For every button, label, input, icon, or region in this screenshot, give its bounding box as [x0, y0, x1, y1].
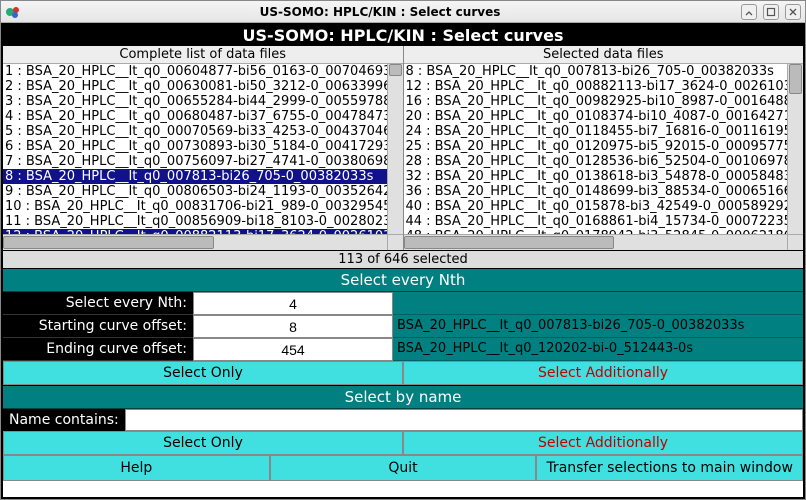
list-item[interactable]: 7 : BSA_20_HPLC__It_q0_00756097-bi27_474… [3, 154, 387, 169]
list-item[interactable]: 8 : BSA_20_HPLC__It_q0_007813-bi26_705-0… [3, 169, 387, 184]
list-item[interactable]: 25 : BSA_20_HPLC__It_q0_0120975-bi5_9201… [404, 139, 788, 154]
nth-every-label: Select every Nth: [3, 292, 193, 315]
help-button[interactable]: Help [3, 455, 270, 481]
list-item[interactable]: 2 : BSA_20_HPLC__It_q0_00630081-bi50_321… [3, 79, 387, 94]
list-item[interactable]: 5 : BSA_20_HPLC__It_q0_00070569-bi33_425… [3, 124, 387, 139]
minimize-button[interactable] [741, 4, 757, 20]
list-item[interactable]: 40 : BSA_20_HPLC__It_q0_015878-bi3_42549… [404, 199, 788, 214]
nth-end-label: Ending curve offset: [3, 338, 193, 361]
list-item[interactable]: 8 : BSA_20_HPLC__It_q0_007813-bi26_705-0… [404, 64, 788, 79]
list-item[interactable]: 16 : BSA_20_HPLC__It_q0_00982925-bi10_89… [404, 94, 788, 109]
selected-vscrollbar[interactable] [787, 64, 803, 234]
list-item[interactable]: 12 : BSA_20_HPLC__It_q0_00882113-bi17_36… [404, 79, 788, 94]
quit-button[interactable]: Quit [270, 455, 537, 481]
selected-list-header: Selected data files [404, 46, 804, 64]
selection-status: 113 of 646 selected [3, 251, 803, 268]
name-select-additionally-button[interactable]: Select Additionally [403, 431, 803, 455]
complete-listbox[interactable]: 1 : BSA_20_HPLC__It_q0_00604877-bi56_016… [3, 64, 403, 250]
maximize-button[interactable] [763, 4, 779, 20]
list-item[interactable]: 10 : BSA_20_HPLC__It_q0_00831706-bi21_98… [3, 199, 387, 214]
list-item[interactable]: 32 : BSA_20_HPLC__It_q0_0138618-bi3_5487… [404, 169, 788, 184]
list-item[interactable]: 3 : BSA_20_HPLC__It_q0_00655284-bi44_299… [3, 94, 387, 109]
name-contains-input[interactable] [126, 410, 802, 430]
name-select-only-button[interactable]: Select Only [3, 431, 403, 455]
nth-select-additionally-button[interactable]: Select Additionally [403, 361, 803, 385]
selected-hscrollbar[interactable] [404, 234, 788, 250]
nth-start-label: Starting curve offset: [3, 315, 193, 338]
section-select-by-name: Select by name [3, 385, 803, 409]
nth-start-input[interactable] [194, 319, 392, 335]
list-item[interactable]: 20 : BSA_20_HPLC__It_q0_0108374-bi10_408… [404, 109, 788, 124]
section-select-nth: Select every Nth [3, 268, 803, 292]
close-button[interactable] [785, 4, 801, 20]
app-icon [5, 4, 21, 20]
nth-select-only-button[interactable]: Select Only [3, 361, 403, 385]
transfer-button[interactable]: Transfer selections to main window [536, 455, 803, 481]
list-item[interactable]: 6 : BSA_20_HPLC__It_q0_00730893-bi30_518… [3, 139, 387, 154]
nth-every-readout [393, 292, 803, 315]
complete-vscrollbar[interactable] [387, 64, 403, 234]
nth-start-readout: BSA_20_HPLC__It_q0_007813-bi26_705-0_003… [393, 315, 803, 338]
complete-list-header: Complete list of data files [3, 46, 403, 64]
nth-end-input[interactable] [194, 342, 392, 358]
list-item[interactable]: 24 : BSA_20_HPLC__It_q0_0118455-bi7_1681… [404, 124, 788, 139]
page-subtitle: US-SOMO: HPLC/KIN : Select curves [3, 25, 803, 46]
list-item[interactable]: 11 : BSA_20_HPLC__It_q0_00856909-bi18_81… [3, 214, 387, 229]
list-item[interactable]: 9 : BSA_20_HPLC__It_q0_00806503-bi24_119… [3, 184, 387, 199]
selected-listbox[interactable]: 8 : BSA_20_HPLC__It_q0_007813-bi26_705-0… [404, 64, 804, 250]
nth-end-readout: BSA_20_HPLC__It_q0_120202-bi-0_512443-0s [393, 338, 803, 361]
list-item[interactable]: 4 : BSA_20_HPLC__It_q0_00680487-bi37_675… [3, 109, 387, 124]
list-item[interactable]: 28 : BSA_20_HPLC__It_q0_0128536-bi6_5250… [404, 154, 788, 169]
complete-hscrollbar[interactable] [3, 234, 387, 250]
list-item[interactable]: 1 : BSA_20_HPLC__It_q0_00604877-bi56_016… [3, 64, 387, 79]
name-contains-label: Name contains: [3, 409, 125, 431]
window-title: US-SOMO: HPLC/KIN : Select curves [25, 5, 735, 19]
nth-every-input[interactable] [194, 296, 392, 312]
titlebar: US-SOMO: HPLC/KIN : Select curves [1, 1, 805, 23]
list-item[interactable]: 44 : BSA_20_HPLC__It_q0_0168861-bi4_1573… [404, 214, 788, 229]
list-item[interactable]: 36 : BSA_20_HPLC__It_q0_0148699-bi3_8853… [404, 184, 788, 199]
